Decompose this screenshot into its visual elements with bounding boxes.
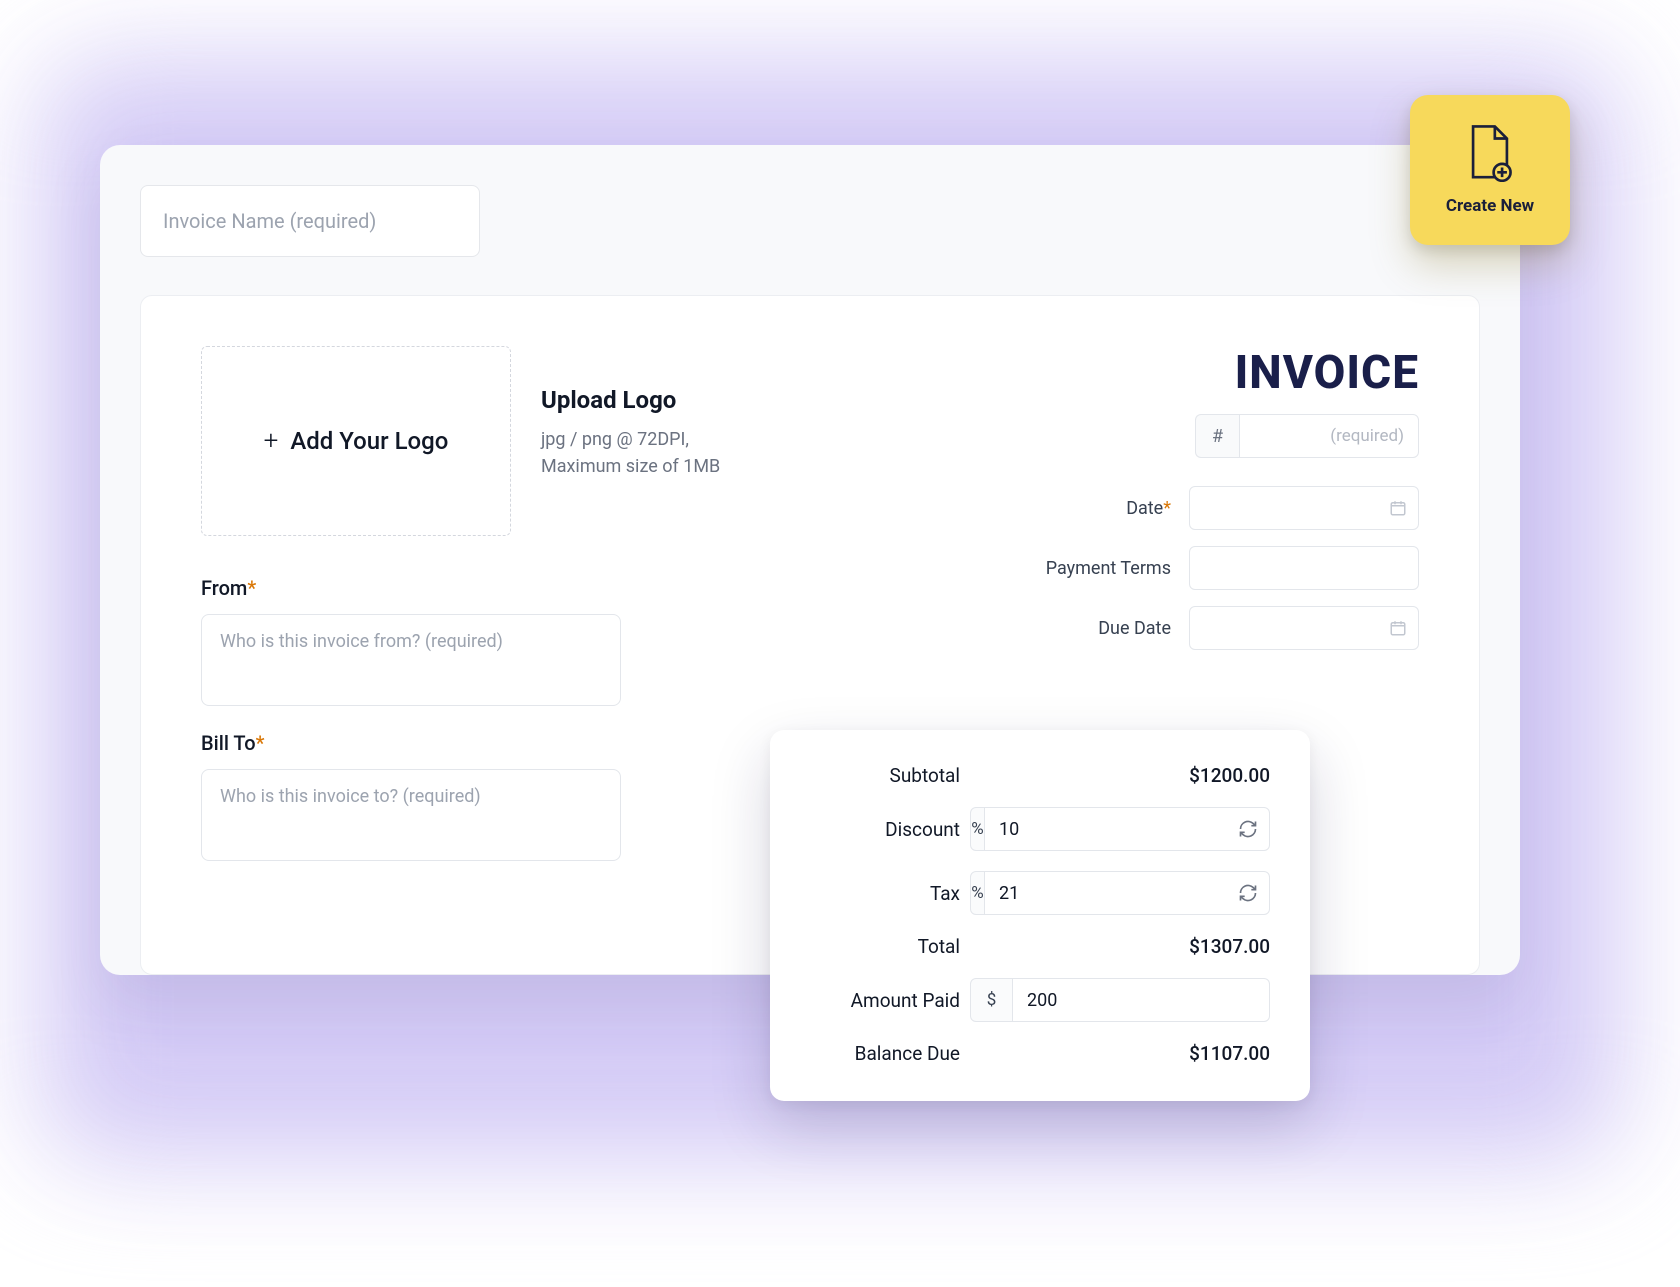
date-label: Date* [1126,498,1171,519]
from-textarea[interactable] [201,614,621,706]
upload-hint-line2: Maximum size of 1MB [541,456,720,477]
total-value: $1307.00 [1189,935,1270,958]
amount-paid-label: Amount Paid [810,989,960,1012]
due-date-input[interactable] [1189,606,1419,650]
invoice-title: INVOICE [1235,346,1419,400]
create-new-label: Create New [1446,196,1534,216]
tax-label: Tax [810,882,960,905]
due-date-label: Due Date [1098,618,1171,639]
subtotal-value: $1200.00 [1189,764,1270,787]
invoice-number-row: # [1195,414,1419,458]
add-logo-dropzone[interactable]: + Add Your Logo [201,346,511,536]
invoice-meta: Date* Payment Terms Due Date [979,486,1419,666]
new-document-icon [1465,124,1515,182]
invoice-number-prefix: # [1195,414,1239,458]
amount-paid-unit: $ [970,978,1013,1022]
add-logo-label: Add Your Logo [290,427,448,455]
cycle-icon[interactable] [1238,883,1258,903]
calendar-icon [1389,499,1407,517]
bill-to-label: Bill To [201,731,256,755]
totals-card: Subtotal $1200.00 Discount % Tax % Total… [770,730,1310,1101]
invoice-number-input[interactable] [1239,414,1419,458]
tax-input[interactable] [985,871,1270,915]
upload-hint-line1: jpg / png @ 72DPI, [541,429,689,450]
payment-terms-input[interactable] [1189,546,1419,590]
payment-terms-label: Payment Terms [1046,558,1171,579]
plus-icon: + [264,426,279,456]
bill-to-block: Bill To* [201,731,621,865]
from-block: From* [201,576,621,710]
calendar-icon [1389,619,1407,637]
tax-unit: % [970,871,985,915]
from-label: From [201,576,247,600]
discount-unit: % [970,807,985,851]
discount-label: Discount [810,818,960,841]
create-new-button[interactable]: Create New [1410,95,1570,245]
total-label: Total [810,935,960,958]
upload-logo-heading: Upload Logo [541,386,841,414]
balance-due-label: Balance Due [810,1042,960,1065]
discount-input[interactable] [985,807,1270,851]
invoice-name-input[interactable] [140,185,480,257]
upload-logo-info: Upload Logo jpg / png @ 72DPI, Maximum s… [541,386,841,480]
balance-due-value: $1107.00 [1189,1042,1270,1065]
amount-paid-input[interactable] [1013,978,1270,1022]
date-input[interactable] [1189,486,1419,530]
bill-to-textarea[interactable] [201,769,621,861]
cycle-icon[interactable] [1238,819,1258,839]
subtotal-label: Subtotal [810,764,960,787]
